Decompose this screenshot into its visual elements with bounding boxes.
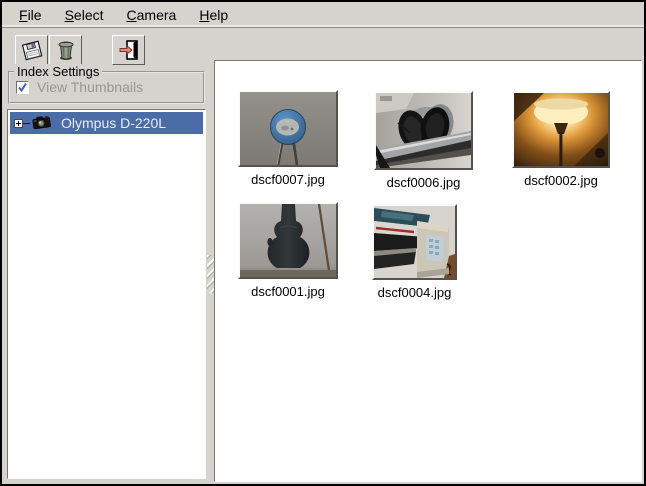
delete-button[interactable] (49, 35, 82, 65)
thumbnail-item[interactable]: dscf0004.jpg (372, 204, 457, 300)
thumbnail-filename: dscf0001.jpg (251, 284, 325, 299)
menu-file[interactable]: File (10, 4, 51, 26)
view-thumbnails-checkbox[interactable] (16, 81, 29, 94)
thumbnail-filename: dscf0006.jpg (387, 175, 461, 190)
trash-icon (54, 38, 78, 62)
thumbnail-image[interactable] (238, 202, 338, 279)
thumbnail-image[interactable] (374, 91, 473, 170)
thumbnail-item[interactable]: dscf0006.jpg (374, 91, 473, 190)
view-thumbnails-label: View Thumbnails (37, 79, 143, 95)
tree-item-olympus[interactable]: Olympus D-220L (10, 112, 203, 134)
menubar: File Select Camera Help (2, 2, 644, 28)
app-window: File Select Camera Help (0, 0, 646, 486)
floppy-disk-icon (20, 38, 44, 62)
exit-door-icon (117, 38, 141, 62)
tree-expander-icon[interactable] (14, 119, 23, 128)
thumbnail-image[interactable] (512, 91, 610, 168)
thumbnail-item[interactable]: dscf0001.jpg (238, 202, 338, 299)
tree-item-label: Olympus D-220L (61, 115, 166, 131)
checkmark-icon (17, 82, 28, 93)
camera-icon (31, 114, 52, 133)
tree-connector (23, 123, 30, 124)
menu-camera[interactable]: Camera (118, 4, 186, 26)
thumbnail-filename: dscf0007.jpg (251, 172, 325, 187)
save-button[interactable] (15, 35, 48, 65)
thumbnail-item[interactable]: dscf0002.jpg (512, 91, 610, 188)
divider-grip-handle[interactable] (207, 255, 214, 293)
thumbnail-image[interactable] (238, 90, 338, 167)
exit-button[interactable] (112, 35, 145, 65)
thumbnail-filename: dscf0004.jpg (378, 285, 452, 300)
camera-tree: Olympus D-220L (7, 109, 206, 479)
index-settings-frame: Index Settings View Thumbnails (8, 71, 205, 104)
thumbnail-item[interactable]: dscf0007.jpg (238, 90, 338, 187)
menu-help[interactable]: Help (190, 4, 237, 26)
index-settings-title: Index Settings (14, 64, 102, 79)
thumbnail-image[interactable] (372, 204, 457, 280)
thumbnail-panel: dscf0007.jpg (214, 60, 642, 482)
thumbnail-filename: dscf0002.jpg (524, 173, 598, 188)
pane-divider[interactable] (207, 60, 214, 482)
menu-select[interactable]: Select (56, 4, 113, 26)
